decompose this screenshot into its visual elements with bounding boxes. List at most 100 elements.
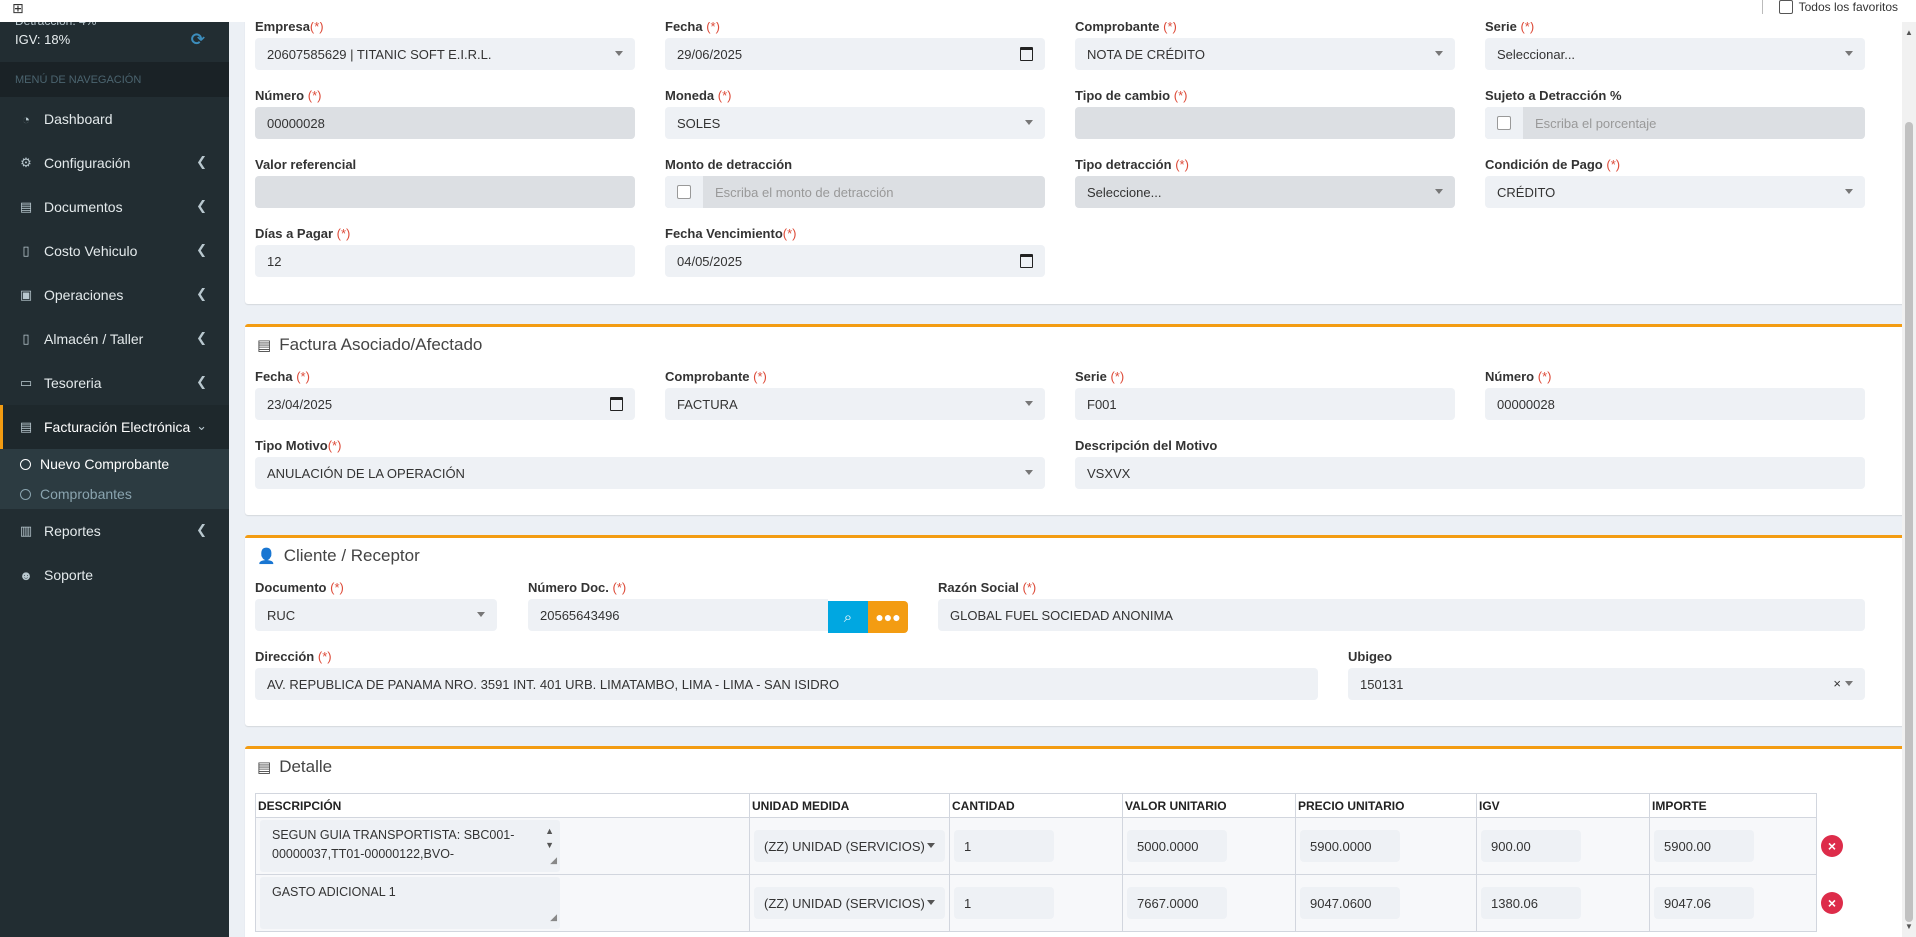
condicion-select[interactable]: CRÉDITO	[1485, 176, 1865, 208]
chevron-left-icon: ❮	[196, 154, 207, 169]
clipboard-icon: ▣	[19, 287, 33, 302]
factura-serie-input[interactable]: F001	[1075, 388, 1455, 420]
factura-numero-input[interactable]: 00000028	[1485, 388, 1865, 420]
chevron-left-icon: ❮	[196, 198, 207, 213]
sidebar-item-facturacion[interactable]: ▤ Facturación Electrónica ⌄	[0, 405, 229, 449]
factura-numero-field: Número (*) 00000028	[1485, 369, 1865, 420]
tipo-det-select[interactable]: Seleccione...	[1075, 176, 1455, 208]
sidebar-item-dashboard[interactable]: ◔ Dashboard	[0, 97, 229, 141]
valor-unitario-input[interactable]: 5000.0000	[1127, 830, 1227, 862]
scroll-arrows-icon[interactable]: ▲ ▼	[545, 824, 554, 852]
factura-fecha-input[interactable]: 23/04/2025	[255, 388, 635, 420]
favorites-folder[interactable]: Todos los favoritos	[1761, 0, 1898, 14]
list-icon: ▤	[257, 759, 272, 776]
users-icon: ●●●	[875, 609, 901, 625]
igv-input[interactable]: 1380.06	[1481, 887, 1581, 919]
precio-unitario-input[interactable]: 5900.0000	[1300, 830, 1400, 862]
chevron-left-icon: ❮	[196, 330, 207, 345]
resize-grip-icon[interactable]: ◢	[550, 851, 557, 870]
chevron-left-icon: ❮	[196, 286, 207, 301]
facturacion-submenu: Nuevo Comprobante Comprobantes	[0, 449, 229, 509]
cliente-title: 👤 Cliente / Receptor	[257, 546, 420, 565]
search-button[interactable]: ⌕	[828, 601, 868, 633]
scroll-down-icon[interactable]: ▼	[1905, 922, 1913, 931]
clear-icon[interactable]: ×	[1833, 676, 1841, 691]
valor-unitario-input[interactable]: 7667.0000	[1127, 887, 1227, 919]
empresa-select[interactable]: 20607585629 | TITANIC SOFT E.I.R.L.	[255, 38, 635, 70]
factura-comprobante-select[interactable]: FACTURA	[665, 388, 1045, 420]
moneda-select[interactable]: SOLES	[665, 107, 1045, 139]
scrollbar-thumb[interactable]	[1905, 122, 1913, 922]
chevron-left-icon: ❮	[196, 242, 207, 257]
sidebar-subitem-nuevo-comprobante[interactable]: Nuevo Comprobante	[0, 449, 229, 479]
user-icon: 👤	[257, 548, 276, 565]
documento-select[interactable]: RUC	[255, 599, 497, 631]
tipo-cambio-input[interactable]	[1075, 107, 1455, 139]
resize-grip-icon[interactable]: ◢	[550, 908, 557, 927]
caret-down-icon	[1435, 51, 1443, 56]
serie-select[interactable]: Seleccionar...	[1485, 38, 1865, 70]
desc-motivo-field: Descripción del Motivo VSXVX	[1075, 438, 1865, 489]
monto-det-checkbox[interactable]	[677, 185, 691, 199]
sidebar-item-configuracion[interactable]: ⚙ Configuración ❮	[0, 141, 229, 185]
cantidad-input[interactable]: 1	[954, 887, 1054, 919]
vencimiento-input[interactable]: 04/05/2025	[665, 245, 1045, 277]
sidebar-item-costo-vehiculo[interactable]: ▯ Costo Vehiculo ❮	[0, 229, 229, 273]
cantidad-input[interactable]: 1	[954, 830, 1054, 862]
tipo-cambio-field: Tipo de cambio (*)	[1075, 88, 1455, 139]
delete-row-button[interactable]: ×	[1821, 892, 1843, 914]
scroll-up-icon[interactable]: ▲	[1905, 28, 1913, 37]
sidebar-item-operaciones[interactable]: ▣ Operaciones ❮	[0, 273, 229, 317]
importe-input[interactable]: 9047.06	[1654, 887, 1754, 919]
fecha-field: Fecha (*) 29/06/2025	[665, 19, 1045, 70]
valor-ref-input[interactable]	[255, 176, 635, 208]
descripcion-textarea[interactable]: GASTO ADICIONAL 1 ◢	[260, 877, 560, 929]
sidebar-item-reportes[interactable]: ▥ Reportes ❮	[0, 509, 229, 553]
monto-det-input[interactable]: Escriba el monto de detracción	[665, 176, 1045, 208]
dias-input[interactable]: 12	[255, 245, 635, 277]
detraccion-checkbox[interactable]	[1497, 116, 1511, 130]
grid-icon[interactable]: ⊞	[12, 0, 24, 17]
ubigeo-select[interactable]: 150131 ×	[1348, 668, 1865, 700]
table-row: GASTO ADICIONAL 1 ◢ (ZZ) UNIDAD (SERVICIO…	[255, 874, 1868, 932]
unidad-select[interactable]: (ZZ) UNIDAD (SERVICIOS)	[754, 887, 945, 919]
book-icon: ▤	[19, 199, 33, 214]
numdoc-field: Número Doc. (*) 20565643496 ⌕ ●●●	[528, 580, 908, 633]
close-icon: ×	[1827, 895, 1837, 911]
file-text-icon: ▤	[257, 337, 272, 354]
fecha-input[interactable]: 29/06/2025	[665, 38, 1045, 70]
importe-input[interactable]: 5900.00	[1654, 830, 1754, 862]
sidebar-item-soporte[interactable]: ☻ Soporte	[0, 553, 229, 597]
precio-unitario-input[interactable]: 9047.0600	[1300, 887, 1400, 919]
clients-button[interactable]: ●●●	[868, 601, 908, 633]
chevron-left-icon: ❮	[196, 522, 207, 537]
delete-row-button[interactable]: ×	[1821, 835, 1843, 857]
calendar-icon[interactable]	[610, 397, 623, 411]
numero-input[interactable]: 00000028	[255, 107, 635, 139]
descripcion-textarea[interactable]: SEGUN GUIA TRANSPORTISTA: SBC001-0000003…	[260, 820, 560, 872]
unidad-select[interactable]: (ZZ) UNIDAD (SERVICIOS)	[754, 830, 945, 862]
desc-motivo-input[interactable]: VSXVX	[1075, 457, 1865, 489]
calendar-icon[interactable]	[1020, 47, 1033, 61]
caret-down-icon	[615, 51, 623, 56]
file-icon: ▯	[22, 243, 30, 258]
calendar-icon[interactable]	[1020, 254, 1033, 268]
razon-input[interactable]: GLOBAL FUEL SOCIEDAD ANONIMA	[938, 599, 1865, 631]
page-scrollbar[interactable]: ▲ ▼	[1902, 22, 1916, 937]
search-icon: ⌕	[843, 608, 853, 626]
sidebar-item-almacen[interactable]: ▯ Almacén / Taller ❮	[0, 317, 229, 361]
detraccion-pct-input[interactable]: Escriba el porcentaje	[1485, 107, 1865, 139]
comprobante-select[interactable]: NOTA DE CRÉDITO	[1075, 38, 1455, 70]
igv-input[interactable]: 900.00	[1481, 830, 1581, 862]
direccion-input[interactable]: AV. REPUBLICA DE PANAMA NRO. 3591 INT. 4…	[255, 668, 1318, 700]
caret-down-icon	[1845, 51, 1853, 56]
sidebar-subitem-comprobantes[interactable]: Comprobantes	[0, 479, 229, 509]
numdoc-input[interactable]: 20565643496	[528, 599, 828, 631]
comprobante-panel: Empresa(*) 20607585629 | TITANIC SOFT E.…	[245, 0, 1905, 304]
sidebar-item-documentos[interactable]: ▤ Documentos ❮	[0, 185, 229, 229]
sidebar-item-tesoreria[interactable]: ▭ Tesoreria ❮	[0, 361, 229, 405]
refresh-icon[interactable]: ⟳	[191, 30, 205, 50]
col-unidad: UNIDAD MEDIDA	[749, 793, 950, 818]
motivo-select[interactable]: ANULACIÓN DE LA OPERACIÓN	[255, 457, 1045, 489]
tipo-det-field: Tipo detracción (*) Seleccione...	[1075, 157, 1455, 208]
